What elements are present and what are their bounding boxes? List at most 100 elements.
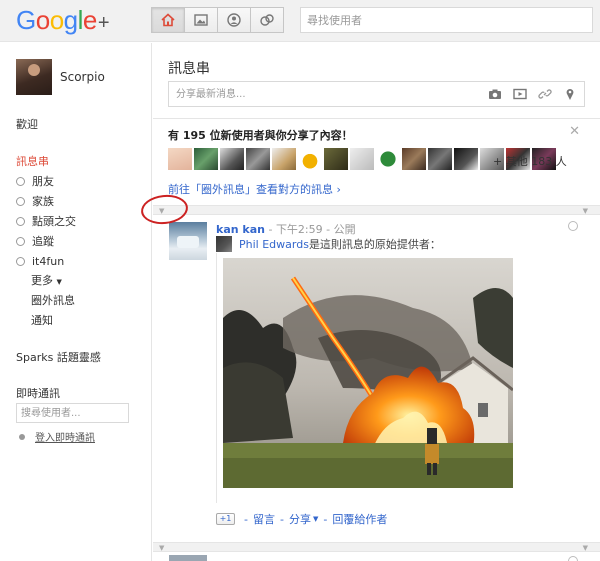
triangle-down-icon[interactable]: ▼ — [159, 544, 164, 552]
post-card: kan kan - 下午2:59 - 公開 Phil Edwards 是這則訊息的… — [153, 215, 600, 544]
sidebar-item-it4fun[interactable]: it4fun — [16, 251, 76, 271]
sidebar-item-more[interactable]: 更多 ▼ — [31, 272, 62, 288]
circle-icon — [16, 216, 25, 226]
suggestion-more[interactable]: + 其他 183 人 — [493, 153, 567, 169]
left-sidebar: Scorpio 歡迎 訊息串 朋友 家族 點頭之交 追蹤 it4fun 更多 ▼… — [0, 43, 152, 561]
avatar[interactable] — [376, 148, 400, 170]
share-actions — [478, 86, 578, 102]
sidebar-item-stream[interactable]: 訊息串 — [16, 153, 49, 169]
post-separator-text: - — [322, 223, 334, 236]
home-button[interactable] — [151, 7, 185, 33]
post-menu-icon[interactable] — [568, 556, 578, 561]
avatar[interactable] — [324, 148, 348, 170]
original-text: 是這則訊息的原始提供者： — [308, 238, 441, 251]
avatar[interactable] — [220, 148, 244, 170]
post-separator: ▼ ▼ — [153, 542, 600, 552]
triangle-down-icon[interactable]: ▼ — [583, 207, 588, 215]
circles-button[interactable] — [250, 7, 284, 33]
sidebar-item-label: 追蹤 — [32, 235, 54, 248]
triangle-down-icon[interactable]: ▼ — [583, 544, 588, 552]
share-input[interactable] — [169, 82, 469, 106]
sidebar-item-friends[interactable]: 朋友 — [16, 171, 76, 191]
profile-link[interactable]: Scorpio — [16, 59, 105, 95]
chat-search-input[interactable] — [16, 403, 129, 423]
separator: - — [279, 512, 284, 526]
video-icon[interactable] — [512, 86, 528, 102]
avatar[interactable] — [298, 148, 322, 170]
post-separator: ▼ ▼ — [153, 205, 600, 215]
avatar[interactable] — [428, 148, 452, 170]
incoming-link[interactable]: 前往「圈外訊息」查看對方的訊息 › — [168, 181, 341, 197]
circles-list: 朋友 家族 點頭之交 追蹤 it4fun — [16, 171, 76, 271]
post-photo[interactable] — [223, 258, 513, 488]
logo-plus: + — [97, 12, 110, 34]
chevron-down-icon[interactable]: ▼ — [313, 515, 318, 523]
sidebar-item-label: it4fun — [32, 254, 65, 268]
sidebar-item-label: 點頭之交 — [32, 215, 76, 228]
post-author[interactable]: kan kan — [216, 223, 265, 236]
location-icon[interactable] — [562, 86, 578, 102]
status-dot-icon — [19, 433, 25, 440]
chat-title: 即時通訊 — [16, 387, 60, 400]
original-share-row: Phil Edwards 是這則訊息的原始提供者： — [216, 236, 441, 252]
post-header: kan kan - 下午2:59 - 公開 — [216, 221, 356, 237]
avatar[interactable] — [194, 148, 218, 170]
sidebar-item-label: 更多 — [31, 274, 53, 287]
profile-name[interactable]: Scorpio — [60, 70, 105, 84]
suggestion-title: 有 195 位新使用者與你分享了內容！ — [168, 129, 353, 142]
profile-icon — [227, 13, 241, 27]
avatar[interactable] — [16, 59, 52, 95]
sidebar-item-family[interactable]: 家族 — [16, 191, 76, 211]
main-stream: 訊息串 有 195 位新使用者與你分享了內容！ ✕ + 其他 183 人 前往「… — [153, 43, 600, 561]
share-link[interactable]: 分享 — [289, 511, 311, 527]
close-icon[interactable]: ✕ — [569, 124, 580, 139]
suggestion-count: 183 人 — [531, 155, 567, 168]
post-separator-text: - — [264, 223, 276, 236]
link-icon[interactable] — [537, 86, 553, 102]
camera-icon[interactable] — [487, 86, 503, 102]
circle-icon — [16, 236, 25, 246]
sidebar-item-acquaintances[interactable]: 點頭之交 — [16, 211, 76, 231]
top-bar: Google+ — [0, 0, 600, 42]
circle-icon — [16, 256, 25, 266]
sidebar-item-welcome[interactable]: 歡迎 — [16, 116, 38, 132]
sidebar-item-incoming[interactable]: 圈外訊息 — [31, 292, 75, 308]
avatar[interactable] — [216, 236, 232, 252]
separator: - — [244, 512, 248, 526]
sidebar-item-notifications[interactable]: 通知 — [31, 312, 53, 328]
sidebar-item-sparks[interactable]: Sparks 話題靈感 — [16, 349, 101, 365]
chevron-down-icon: ▼ — [56, 278, 62, 286]
sidebar-item-label: 家族 — [32, 195, 54, 208]
avatar[interactable] — [246, 148, 270, 170]
avatar[interactable] — [272, 148, 296, 170]
post-time[interactable]: 下午2:59 — [276, 223, 323, 236]
home-icon — [161, 13, 175, 27]
share-box[interactable] — [168, 81, 585, 107]
reshare-rule — [216, 253, 217, 503]
suggestion-more-label: + 其他 — [493, 155, 528, 168]
sidebar-item-following[interactable]: 追蹤 — [16, 231, 76, 251]
photos-icon — [194, 14, 208, 26]
profile-button[interactable] — [217, 7, 251, 33]
post-visibility[interactable]: 公開 — [334, 223, 356, 236]
chat-login-link[interactable]: 登入即時通訊 — [35, 429, 95, 444]
original-author[interactable]: Phil Edwards — [239, 238, 309, 251]
avatar[interactable] — [168, 148, 192, 170]
avatar[interactable] — [350, 148, 374, 170]
post-menu-icon[interactable] — [568, 221, 578, 231]
google-plus-logo[interactable]: Google+ — [16, 5, 110, 38]
avatar[interactable] — [169, 555, 207, 561]
comment-link[interactable]: 留言 — [253, 511, 275, 527]
photos-button[interactable] — [184, 7, 218, 33]
separator: - — [323, 512, 328, 526]
plus-one-button[interactable]: +1 — [216, 513, 235, 525]
chat-login: 登入即時通訊 — [19, 429, 95, 444]
find-people-input[interactable] — [300, 7, 593, 33]
circles-icon — [260, 14, 274, 26]
post-actions: +1 - 留言 - 分享 ▼ - 回覆給作者 — [216, 511, 387, 527]
reply-to-author-link[interactable]: 回覆給作者 — [332, 511, 387, 527]
main-nav — [151, 7, 284, 33]
avatar[interactable] — [169, 222, 207, 260]
avatar[interactable] — [402, 148, 426, 170]
avatar[interactable] — [454, 148, 478, 170]
